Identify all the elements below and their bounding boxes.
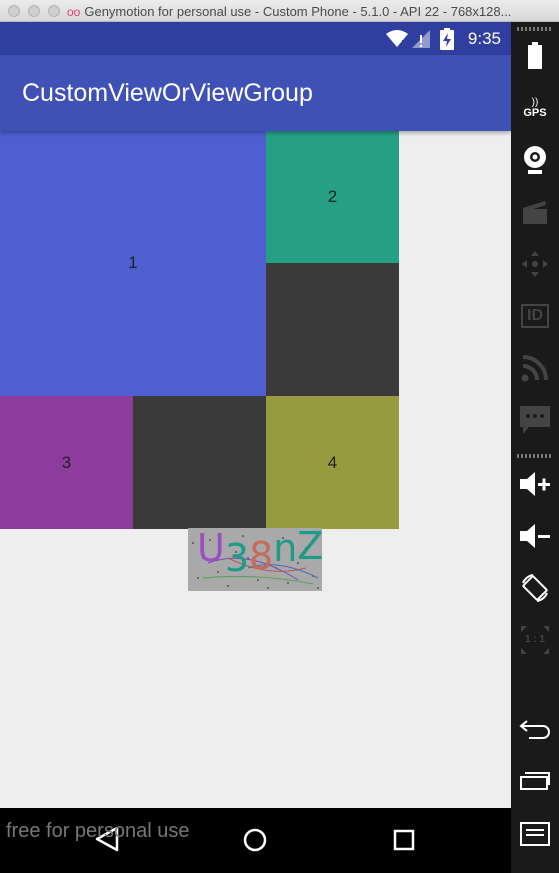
view-box-label: 1	[128, 253, 138, 272]
device-id-button[interactable]: ID	[511, 294, 559, 338]
view-box-2[interactable]: 2	[266, 130, 399, 263]
status-bar: 9:35	[0, 22, 511, 55]
phone-screen: 9:35 CustomViewOrViewGroup 1 2 3 4 U38nZ	[0, 22, 511, 873]
volume-down-button[interactable]	[511, 514, 559, 558]
remote-control-button[interactable]	[511, 242, 559, 286]
status-time: 9:35	[467, 29, 501, 48]
screencast-button[interactable]	[511, 190, 559, 234]
view-box-1[interactable]: 1	[0, 130, 266, 396]
return-arrow-icon	[519, 720, 550, 739]
close-window-button[interactable]	[8, 5, 20, 17]
captcha-char: 3	[224, 536, 250, 580]
recent-apps-icon	[520, 772, 550, 790]
scale-icon: 1 : 1	[519, 624, 551, 656]
app-title: CustomViewOrViewGroup	[22, 79, 313, 107]
network-button[interactable]	[511, 346, 559, 390]
view-box-label: 4	[327, 452, 338, 472]
android-menu-button[interactable]	[511, 812, 559, 856]
battery-charging-icon	[440, 28, 454, 50]
app-bar: CustomViewOrViewGroup	[0, 55, 511, 131]
sms-button[interactable]	[511, 398, 559, 442]
captcha-char: 8	[249, 534, 274, 578]
minimize-window-button[interactable]	[28, 5, 40, 17]
toolbar-separator	[517, 27, 553, 31]
menu-icon	[520, 822, 550, 846]
ratio-label: 1 : 1	[524, 634, 545, 645]
pixel-perfect-button[interactable]: 1 : 1	[511, 618, 559, 662]
gps-control-button[interactable]: )) GPS	[511, 86, 559, 130]
emulator-toolbar: )) GPS ID 1: 1	[511, 22, 559, 873]
captcha-char: U	[197, 528, 225, 570]
rotate-screen-icon	[522, 574, 548, 602]
captcha-char: n	[273, 528, 298, 570]
view-box-label: 3	[61, 452, 72, 472]
window-title-text: Genymotion for personal use - Custom Pho…	[84, 4, 512, 19]
dpad-icon	[522, 251, 548, 277]
rotate-button[interactable]	[511, 566, 559, 610]
window-titlebar: oo Genymotion for personal use - Custom P…	[0, 0, 559, 22]
wifi-icon	[386, 30, 408, 47]
personal-use-watermark: free for personal use	[6, 820, 190, 842]
volume-up-button[interactable]	[511, 462, 559, 506]
gps-label: GPS	[523, 106, 547, 119]
view-box-empty-right[interactable]	[266, 263, 399, 396]
view-box-3[interactable]: 3	[0, 396, 133, 529]
view-box-4[interactable]: 4	[266, 396, 399, 529]
clapperboard-icon	[523, 201, 547, 224]
toolbar-separator	[517, 454, 553, 458]
home-icon[interactable]	[243, 828, 267, 852]
genymotion-logo-icon: oo	[67, 5, 81, 19]
android-back-button[interactable]	[511, 706, 559, 750]
volume-up-icon	[520, 472, 550, 496]
battery-control-button[interactable]	[511, 34, 559, 78]
message-icon	[520, 406, 550, 434]
volume-down-icon	[520, 524, 550, 548]
webcam-icon	[524, 146, 546, 174]
captcha-image[interactable]: U38nZ	[188, 528, 322, 591]
recents-icon[interactable]	[393, 829, 415, 851]
cellular-signal-icon	[412, 30, 430, 48]
captcha-char: Z	[297, 528, 322, 568]
webcam-control-button[interactable]	[511, 138, 559, 182]
gps-icon: )) GPS	[523, 96, 547, 119]
id-icon: ID	[521, 304, 549, 328]
window-title: oo Genymotion for personal use - Custom P…	[67, 4, 547, 19]
battery-icon	[528, 42, 542, 69]
android-recents-button[interactable]	[511, 758, 559, 802]
rss-icon	[521, 355, 548, 382]
view-box-label: 2	[327, 186, 338, 206]
captcha-text: U38nZ	[197, 528, 322, 580]
view-box-empty-bottom[interactable]	[133, 396, 266, 529]
zoom-window-button[interactable]	[48, 5, 60, 17]
